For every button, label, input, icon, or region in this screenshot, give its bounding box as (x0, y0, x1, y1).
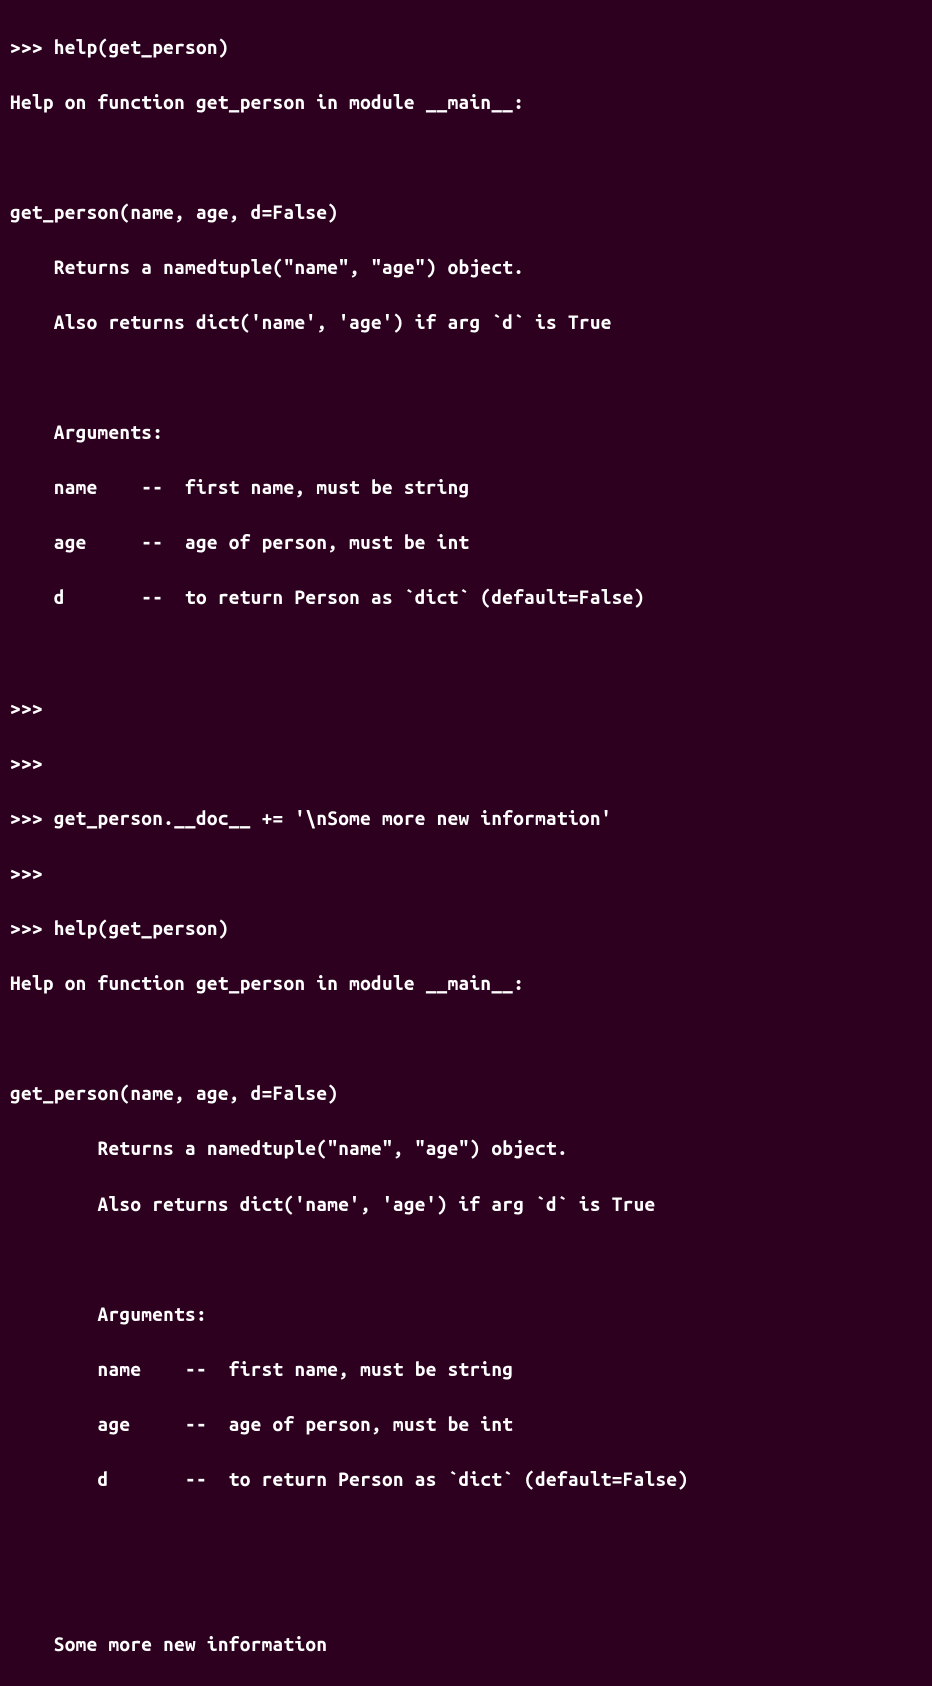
terminal-line: name -- first name, must be string (10, 1356, 922, 1384)
terminal-line (10, 1521, 922, 1549)
terminal-line: >>> (10, 860, 922, 888)
terminal-line: Help on function get_person in module __… (10, 89, 922, 117)
terminal-line: Help on function get_person in module __… (10, 970, 922, 998)
terminal-output[interactable]: >>> help(get_person) Help on function ge… (10, 6, 922, 1686)
terminal-line: >>> (10, 695, 922, 723)
terminal-line: age -- age of person, must be int (10, 1411, 922, 1439)
terminal-line: Some more new information (10, 1631, 922, 1659)
terminal-line: >>> (10, 750, 922, 778)
terminal-line (10, 144, 922, 172)
terminal-line (10, 1246, 922, 1274)
terminal-line: >>> help(get_person) (10, 34, 922, 62)
terminal-line: get_person(name, age, d=False) (10, 1080, 922, 1108)
terminal-line: d -- to return Person as `dict` (default… (10, 1466, 922, 1494)
terminal-line: >>> help(get_person) (10, 915, 922, 943)
terminal-line: age -- age of person, must be int (10, 529, 922, 557)
terminal-line (10, 1025, 922, 1053)
terminal-line: name -- first name, must be string (10, 474, 922, 502)
terminal-line: Arguments: (10, 1301, 922, 1329)
terminal-line (10, 1576, 922, 1604)
terminal-line: Returns a namedtuple("name", "age") obje… (10, 1135, 922, 1163)
terminal-line: Arguments: (10, 419, 922, 447)
terminal-line: Also returns dict('name', 'age') if arg … (10, 309, 922, 337)
terminal-line: >>> get_person.__doc__ += '\nSome more n… (10, 805, 922, 833)
terminal-line: d -- to return Person as `dict` (default… (10, 584, 922, 612)
terminal-line: Also returns dict('name', 'age') if arg … (10, 1191, 922, 1219)
terminal-line (10, 364, 922, 392)
terminal-line: Returns a namedtuple("name", "age") obje… (10, 254, 922, 282)
terminal-line: get_person(name, age, d=False) (10, 199, 922, 227)
terminal-line (10, 640, 922, 668)
